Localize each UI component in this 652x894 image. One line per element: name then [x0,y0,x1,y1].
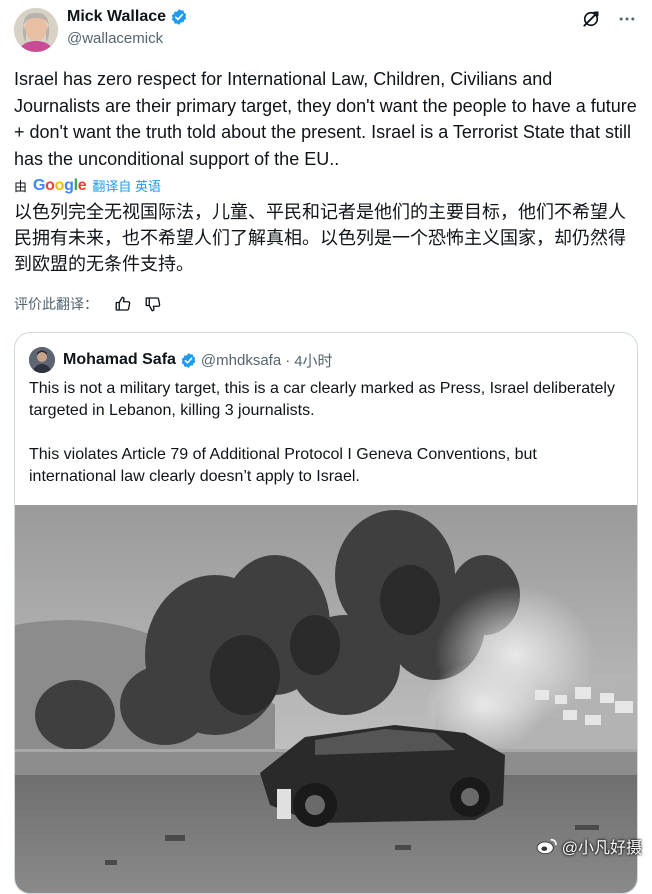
author-name[interactable]: Mick Wallace [67,8,166,26]
author-handle[interactable]: @wallacemick [67,30,163,47]
quoted-author-name[interactable]: Mohamad Safa [63,351,176,369]
translation-by-label: 由 [14,179,28,194]
rate-translation-label: 评价此翻译： [14,296,98,312]
quoted-paragraph: This violates Article 79 of Additional P… [29,446,537,485]
more-icon[interactable] [616,8,638,30]
quoted-avatar[interactable] [29,347,55,373]
tweet-header: Mick Wallace @wallacemick [14,6,638,54]
quoted-text: This is not a military target, this is a… [29,378,625,510]
watermark: @小凡好摄 [536,834,642,858]
tweet-text: Israel has zero respect for Internationa… [14,69,637,169]
grok-icon[interactable] [580,8,602,30]
thumbs-up-icon[interactable] [114,295,132,313]
rate-translation: 评价此翻译： [14,294,162,314]
translation-source-link[interactable]: 翻译自 英语 [92,176,161,195]
avatar[interactable] [14,8,58,52]
translated-text: 以色列完全无视国际法，儿童、平民和记者是他们的主要目标，他们不希望人民拥有未来，… [14,202,626,274]
google-logo: Google [33,176,87,194]
quoted-separator: · [285,351,291,369]
quoted-paragraph: This is not a military target, this is a… [29,380,615,419]
thumbs-down-icon[interactable] [144,295,162,313]
verified-badge-icon [171,9,187,25]
weibo-icon [536,838,557,855]
quoted-timestamp[interactable]: 4小时 [294,350,332,371]
quoted-author-handle[interactable]: @mhdksafa [201,352,281,369]
quoted-tweet[interactable]: Mohamad Safa @mhdksafa · 4小时 This is not… [14,332,638,894]
translation-attribution: 由 Google 翻译自 英语 [14,176,161,195]
watermark-text: @小凡好摄 [561,840,642,857]
verified-badge-icon [181,352,196,368]
